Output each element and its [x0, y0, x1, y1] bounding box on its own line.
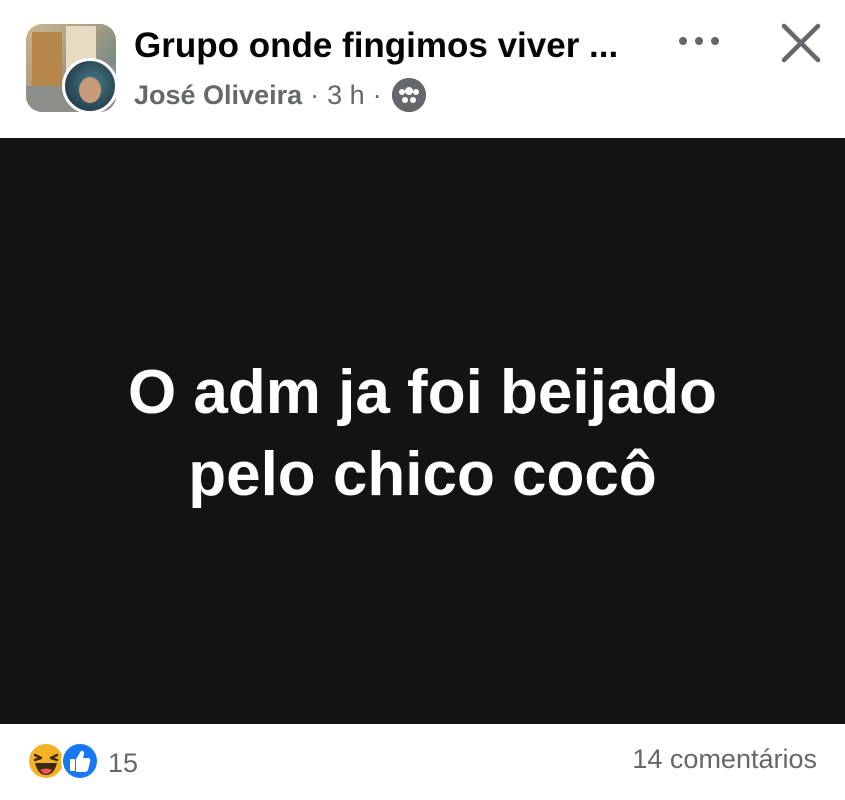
more-options-icon[interactable]	[675, 26, 725, 56]
close-icon[interactable]	[778, 20, 824, 66]
reaction-count: 15	[108, 748, 139, 778]
group-name-link[interactable]: Grupo onde fingimos viver ...	[134, 26, 618, 66]
post-text-image[interactable]: O adm ja foi beijado pelo chico cocô	[0, 138, 845, 724]
post-text-line: O adm ja foi beijado	[127, 358, 718, 427]
post-text-line: pelo chico cocô	[188, 440, 657, 509]
avatar-building	[32, 32, 62, 92]
post-text: O adm ja foi beijado pelo chico cocô	[0, 352, 845, 516]
comments-count-link[interactable]: 14 comentários	[632, 744, 817, 775]
author-name-link[interactable]: José Oliveira	[134, 80, 302, 111]
meta-separator: ·	[310, 79, 320, 110]
post-time[interactable]: 3 h	[327, 80, 365, 111]
post-meta: José Oliveira · 3 h ·	[134, 78, 426, 112]
user-avatar[interactable]	[62, 58, 118, 114]
post-header: Grupo onde fingimos viver ... José Olive…	[0, 0, 845, 138]
group-audience-icon	[391, 78, 426, 112]
meta-separator: ·	[372, 79, 382, 110]
like-reaction-icon	[60, 741, 100, 786]
avatar-face	[79, 77, 101, 103]
reactions-summary[interactable]: 15	[26, 741, 138, 786]
post-footer: 15 14 comentários	[0, 724, 845, 800]
